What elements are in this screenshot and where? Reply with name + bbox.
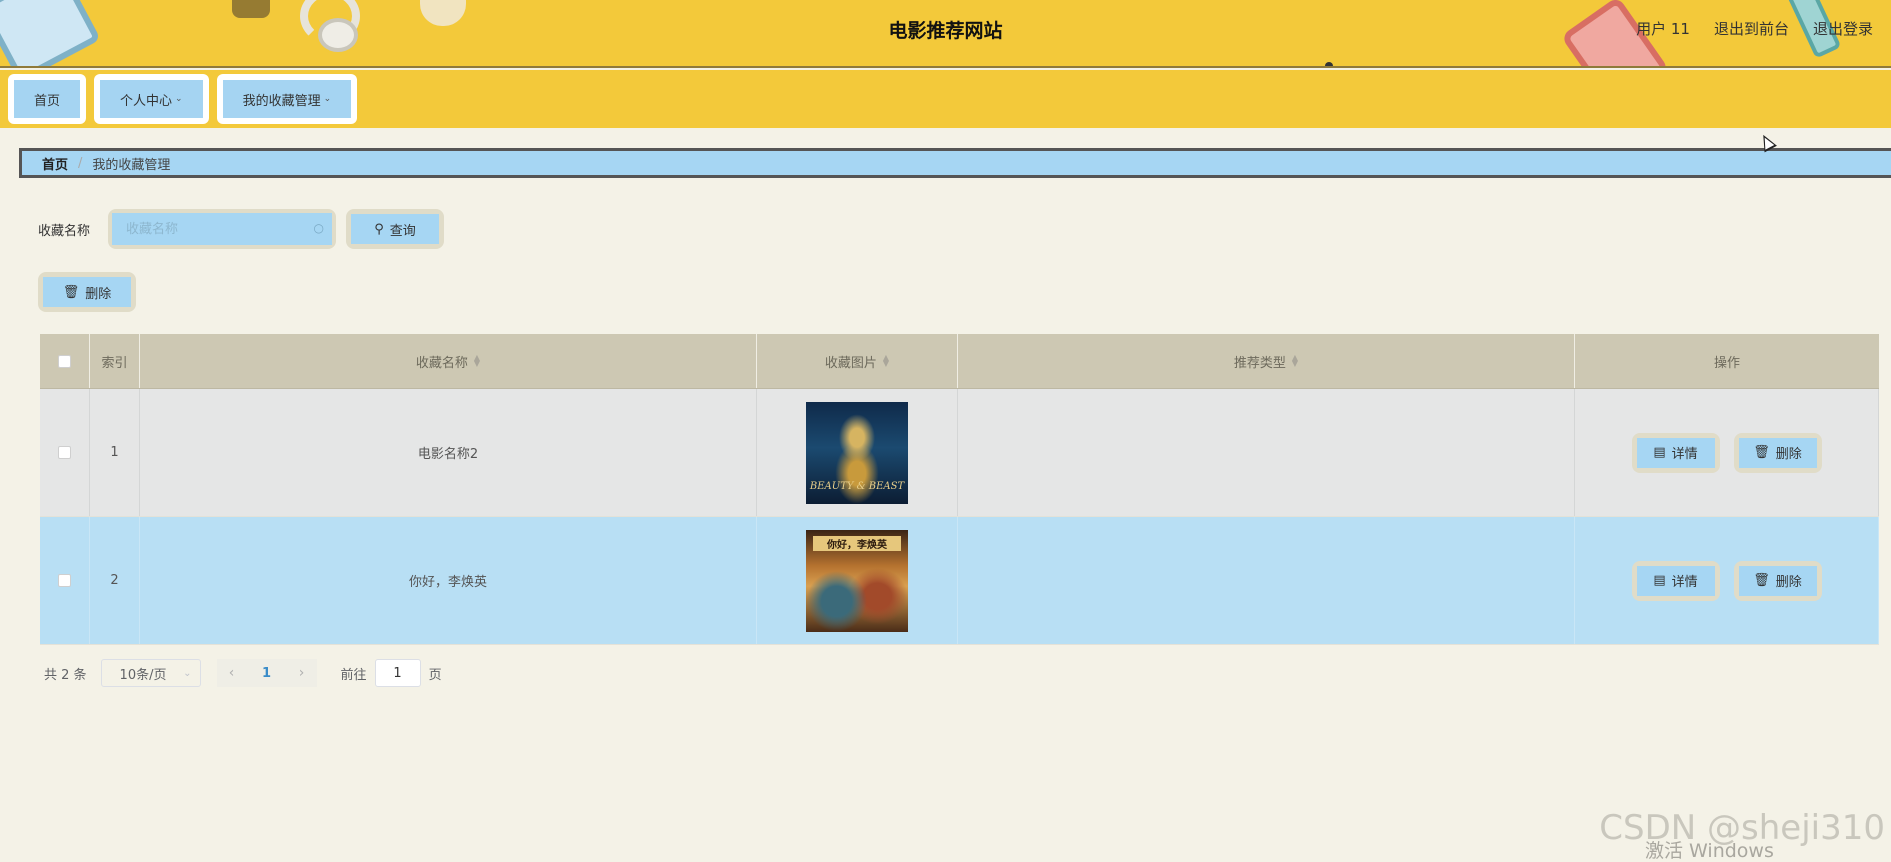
header: 电影推荐网站 用户 11 退出到前台 退出登录 <box>0 0 1891 68</box>
header-operation: 操作 <box>1713 355 1740 371</box>
detail-button-label: 详情 <box>1671 447 1698 462</box>
row-type <box>958 517 1575 644</box>
document-icon: ▤ <box>1653 445 1666 460</box>
decoration <box>1325 62 1333 66</box>
detail-button-wrap: ▤ 详情 <box>1631 432 1720 473</box>
nav-item-label: 首页 <box>34 93 61 109</box>
page-unit-label: 页 <box>428 667 442 683</box>
nav-item-personal-center[interactable]: 个人中心 ⌄ <box>94 74 209 124</box>
row-name: 你好，李焕英 <box>140 517 757 644</box>
goto-label: 前往 <box>340 667 367 683</box>
chevron-left-icon: ‹ <box>228 665 235 681</box>
chevron-down-icon: ⌄ <box>183 667 192 679</box>
breadcrumb-current: 我的收藏管理 <box>92 157 171 173</box>
breadcrumb: 首页 / 我的收藏管理 <box>19 148 1891 178</box>
delete-button-label: 删除 <box>85 286 112 302</box>
prev-page-button[interactable]: ‹ <box>216 659 247 687</box>
delete-button-label: 删除 <box>1775 447 1802 462</box>
trash-icon: 🗑 <box>1753 445 1770 460</box>
row-name: 电影名称2 <box>140 389 757 516</box>
delete-button-wrap: 🗑 删除 <box>1733 560 1822 601</box>
search-label: 收藏名称 <box>38 224 91 239</box>
poster-title: 你好，李焕英 <box>813 535 901 551</box>
query-button[interactable]: ⚲ 查询 <box>351 214 439 244</box>
next-page-button[interactable]: › <box>286 659 317 687</box>
user-area: 用户 11 退出到前台 退出登录 <box>1636 18 1873 39</box>
nav-item-my-favorites[interactable]: 我的收藏管理 ⌄ <box>216 74 358 124</box>
row-operations: ▤ 详情 🗑 删除 <box>1575 517 1879 644</box>
row-select-cell <box>40 517 90 644</box>
movie-poster-image[interactable]: BEAUTY & BEAST <box>806 401 908 504</box>
delete-button-wrap: 🗑 删除 <box>38 272 136 312</box>
detail-button[interactable]: ▤ 详情 <box>1636 437 1715 468</box>
row-index: 2 <box>90 517 140 644</box>
goto-page: 前往 1 页 <box>341 659 442 687</box>
query-button-label: 查询 <box>389 223 416 239</box>
user-name: 用户 11 <box>1636 20 1690 38</box>
search-input[interactable] <box>112 213 332 245</box>
row-delete-button[interactable]: 🗑 删除 <box>1738 437 1817 468</box>
sort-icon[interactable]: ▲ ▼ <box>1292 354 1298 368</box>
row-picture-cell: 你好，李焕英 <box>757 517 958 644</box>
site-title: 电影推荐网站 <box>888 20 1003 42</box>
detail-button[interactable]: ▤ 详情 <box>1636 565 1715 596</box>
chevron-right-icon: › <box>298 665 305 681</box>
nav-item-label: 我的收藏管理 <box>242 93 321 109</box>
table-row[interactable]: 1 电影名称2 BEAUTY & BEAST ▤ 详情 🗑 删除 <box>40 389 1879 517</box>
sort-icon[interactable]: ▲ ▼ <box>883 354 889 368</box>
header-name[interactable]: 收藏名称 ▲ ▼ <box>140 334 757 388</box>
nav-item-home[interactable]: 首页 <box>8 74 87 124</box>
logout-link[interactable]: 退出登录 <box>1813 18 1873 39</box>
table-header: 索引 收藏名称 ▲ ▼ 收藏图片 ▲ ▼ 推荐类型 ▲ ▼ 操作 <box>40 334 1879 389</box>
document-icon: ▤ <box>1653 573 1666 588</box>
chevron-down-icon: ⌄ <box>323 94 332 104</box>
nav-item-label: 个人中心 <box>120 93 173 109</box>
trash-icon: 🗑 <box>62 284 80 300</box>
header-name-label: 收藏名称 <box>415 355 468 371</box>
row-delete-button[interactable]: 🗑 删除 <box>1738 565 1817 596</box>
movie-poster-image[interactable]: 你好，李焕英 <box>806 529 908 632</box>
table-row[interactable]: 2 你好，李焕英 你好，李焕英 ▤ 详情 🗑 删除 <box>40 517 1879 645</box>
poster-title: BEAUTY & BEAST <box>809 480 905 492</box>
detail-button-wrap: ▤ 详情 <box>1631 560 1720 601</box>
row-checkbox[interactable] <box>58 446 71 459</box>
row-picture-cell: BEAUTY & BEAST <box>757 389 958 516</box>
search-icon: ○ <box>313 221 324 235</box>
page-size-value: 10条/页 <box>119 667 167 683</box>
query-button-wrap: ⚲ 查询 <box>346 209 444 249</box>
row-type <box>958 389 1575 516</box>
header-index: 索引 <box>90 334 140 388</box>
sort-icon[interactable]: ▲ ▼ <box>474 354 480 368</box>
header-picture-label: 收藏图片 <box>824 355 877 371</box>
pagination: 共 2 条 10条/页 ⌄ ‹ 1 › 前往 1 页 <box>44 658 442 688</box>
chevron-down-icon: ⌄ <box>175 94 183 104</box>
breadcrumb-home[interactable]: 首页 <box>42 154 68 173</box>
exit-to-front-link[interactable]: 退出到前台 <box>1714 18 1789 39</box>
pagination-total: 共 2 条 <box>44 667 87 683</box>
trash-icon: 🗑 <box>1753 573 1770 588</box>
header-type-label: 推荐类型 <box>1233 355 1286 371</box>
row-operations: ▤ 详情 🗑 删除 <box>1575 389 1879 516</box>
main-nav: 首页 个人中心 ⌄ 我的收藏管理 ⌄ <box>0 70 1891 128</box>
search-icon: ⚲ <box>374 221 384 237</box>
delete-button-wrap: 🗑 删除 <box>1733 432 1822 473</box>
breadcrumb-separator: / <box>78 155 83 171</box>
windows-activation-text: 激活 Windows <box>1645 840 1774 862</box>
header-type[interactable]: 推荐类型 ▲ ▼ <box>958 334 1575 388</box>
row-select-cell <box>40 389 90 516</box>
detail-button-label: 详情 <box>1671 575 1698 590</box>
favorites-table: 索引 收藏名称 ▲▼ 收藏图片 ▲▼ 推荐类型 ▲▼ 操作 1 电影名称2 <box>40 334 1879 645</box>
delete-button-label: 删除 <box>1775 575 1802 590</box>
select-all-checkbox[interactable] <box>58 354 71 368</box>
page-number-current[interactable]: 1 <box>246 659 287 687</box>
page: 电影推荐网站 用户 11 退出到前台 退出登录 首页 个人中心 ⌄ 我的收藏管理… <box>0 0 1891 862</box>
row-checkbox[interactable] <box>58 574 71 587</box>
header-picture[interactable]: 收藏图片 ▲ ▼ <box>757 334 958 388</box>
batch-delete-button[interactable]: 🗑 删除 <box>43 277 131 307</box>
search-field: ○ <box>108 209 336 249</box>
goto-page-input[interactable]: 1 <box>374 659 421 687</box>
header-select-all-cell <box>40 334 90 388</box>
page-size-select[interactable]: 10条/页 ⌄ <box>100 659 201 687</box>
row-index: 1 <box>90 389 140 516</box>
